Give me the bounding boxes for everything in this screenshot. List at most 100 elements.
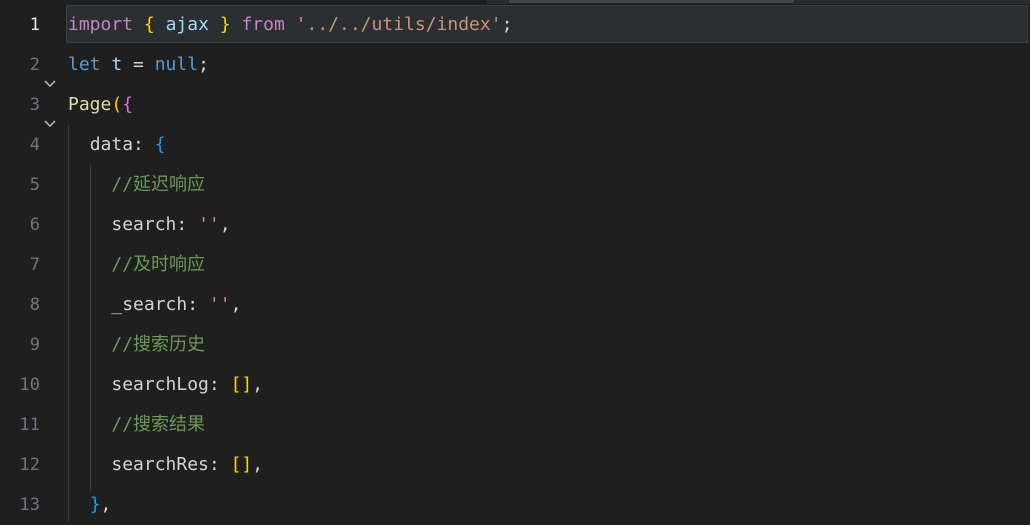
code-token: , <box>252 374 264 395</box>
line-number: 5 <box>29 175 40 195</box>
scrollbar-thumb[interactable] <box>509 0 794 3</box>
code-editor[interactable]: 1 import { ajax } from '../../utils/index… <box>0 0 1030 521</box>
code-token: [] <box>230 454 253 475</box>
line-number: 11 <box>19 415 40 435</box>
code-line[interactable]: 2 let t = null; <box>0 45 1030 85</box>
code-text: let t = null; <box>68 45 209 85</box>
code-token: //搜索结果 <box>111 414 206 435</box>
line-number: 8 <box>29 295 40 315</box>
line-number: 12 <box>19 455 40 475</box>
code-token: //搜索历史 <box>111 334 206 355</box>
code-token: Page <box>68 94 112 115</box>
code-line[interactable]: 5 //延迟响应 <box>0 165 1030 205</box>
code-text: data: { <box>68 125 166 165</box>
code-token: t <box>111 54 123 75</box>
code-token: let <box>68 54 101 75</box>
code-token: ; <box>501 14 513 35</box>
code-line[interactable]: 10 searchLog: [], <box>0 365 1030 405</box>
code-token: , <box>230 294 242 315</box>
line-number: 13 <box>19 495 40 515</box>
code-text: searchRes: [], <box>68 445 263 485</box>
code-text: searchLog: [], <box>68 365 263 405</box>
code-line[interactable]: 12 searchRes: [], <box>0 445 1030 485</box>
code-text: _search: '', <box>68 285 241 325</box>
code-token: : <box>208 454 231 475</box>
code-line[interactable]: 11 //搜索结果 <box>0 405 1030 445</box>
code-token: , <box>100 494 112 515</box>
line-number: 2 <box>29 55 40 75</box>
chevron-down-icon[interactable] <box>43 117 57 131</box>
code-token: null <box>154 54 199 75</box>
code-token: = <box>122 54 155 75</box>
code-token: import <box>68 14 134 35</box>
code-line[interactable]: 7 //及时响应 <box>0 245 1030 285</box>
code-token: : <box>176 214 199 235</box>
code-text: }, <box>68 485 112 525</box>
code-text: Page({ <box>68 85 133 125</box>
code-text: //延迟响应 <box>68 165 205 205</box>
code-line[interactable]: 6 search: '', <box>0 205 1030 245</box>
code-token: { <box>122 94 134 115</box>
code-line[interactable]: 13 }, <box>0 485 1030 525</box>
code-text: search: '', <box>68 205 231 245</box>
code-token: //及时响应 <box>111 254 206 275</box>
code-token: search <box>111 214 177 235</box>
line-number: 1 <box>29 15 40 35</box>
code-token: ajax <box>165 14 209 35</box>
code-text: import { ajax } from '../../utils/index'… <box>68 5 512 45</box>
code-token: [] <box>230 374 253 395</box>
code-token: , <box>219 214 231 235</box>
line-number: 3 <box>29 95 40 115</box>
code-token: from <box>241 14 285 35</box>
code-line[interactable]: 9 //搜索历史 <box>0 325 1030 365</box>
line-number: 4 <box>29 135 40 155</box>
code-token: data <box>89 134 134 155</box>
code-token: '../../utils/index' <box>295 14 502 35</box>
code-text: //搜索结果 <box>68 405 205 445</box>
code-token: { <box>154 134 166 155</box>
code-token: } <box>219 14 231 35</box>
chevron-down-icon[interactable] <box>43 77 57 91</box>
code-text: //搜索历史 <box>68 325 205 365</box>
code-token: searchRes <box>111 454 209 475</box>
line-number: 9 <box>29 335 40 355</box>
line-number: 7 <box>29 255 40 275</box>
code-token: : <box>133 134 155 155</box>
code-token: '' <box>198 214 220 235</box>
code-token: } <box>89 494 101 515</box>
code-token: searchLog <box>111 374 209 395</box>
code-token: : <box>187 294 209 315</box>
code-token: //延迟响应 <box>111 174 206 195</box>
code-token: _search <box>111 294 188 315</box>
code-token: : <box>208 374 231 395</box>
code-line[interactable]: 1 import { ajax } from '../../utils/index… <box>0 5 1030 45</box>
code-token: ; <box>198 54 209 75</box>
code-line[interactable]: 4 data: { <box>0 120 1030 165</box>
code-token: { <box>143 14 155 35</box>
code-token: , <box>252 454 264 475</box>
code-token: ( <box>111 94 123 115</box>
code-line[interactable]: 3 Page({ <box>0 80 1030 125</box>
code-text: //及时响应 <box>68 245 205 285</box>
horizontal-scrollbar[interactable] <box>487 0 1030 4</box>
line-number: 6 <box>29 215 40 235</box>
line-number: 10 <box>19 375 40 395</box>
code-line[interactable]: 8 _search: '', <box>0 285 1030 325</box>
code-token: '' <box>208 294 231 315</box>
